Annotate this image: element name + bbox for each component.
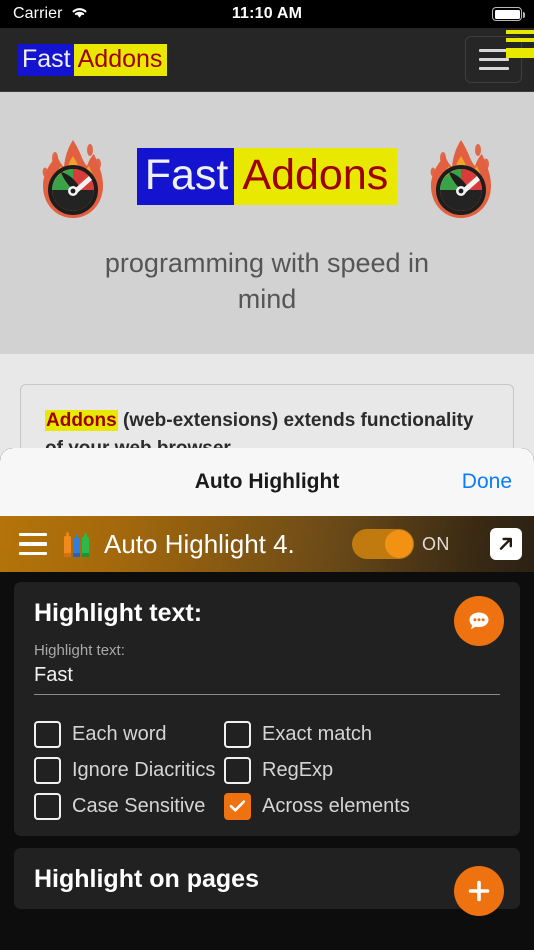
checkbox-regexp[interactable]: RegExp [224, 756, 334, 784]
checkbox-across-elements[interactable]: Across elements [224, 792, 410, 820]
done-button[interactable]: Done [462, 470, 512, 494]
highlight-text-field-label: Highlight text: [34, 641, 125, 659]
sheet-title: Auto Highlight [194, 470, 340, 493]
highlight-marker-strip [506, 38, 534, 42]
checkbox-box[interactable] [34, 792, 61, 820]
checkbox-row: Each word Exact match [34, 720, 500, 748]
flame-speedometer-logo-icon [37, 128, 109, 224]
checkbox-ignore-diacritics[interactable]: Ignore Diacritics [34, 756, 224, 784]
checkbox-label: Across elements [262, 794, 410, 817]
brand-text-addons: Addons [73, 43, 168, 76]
extension-hamburger-menu-icon[interactable] [14, 532, 52, 556]
extension-enable-toggle[interactable]: ON [352, 529, 450, 559]
status-bar-right [492, 7, 525, 21]
chat-bubble-icon[interactable] [454, 596, 504, 646]
highlight-on-pages-panel: Highlight on pages [14, 847, 520, 916]
highlight-text-panel: Highlight text: Highlight text: Fast Eac… [14, 582, 520, 836]
highlighter-markers-icon [62, 529, 92, 559]
hero-section: Fast Addons programming with speed in mi… [0, 92, 534, 354]
status-bar: Carrier 11:10 AM [0, 0, 534, 28]
checkbox-case-sensitive[interactable]: Case Sensitive [34, 792, 224, 820]
extension-title: Auto Highlight 4. [104, 528, 295, 559]
extension-body: Highlight text: Highlight text: Fast Eac… [0, 572, 534, 950]
highlight-text-input[interactable] [34, 661, 500, 695]
plus-icon[interactable] [454, 865, 504, 916]
checkbox-exact-match[interactable]: Exact match [224, 720, 373, 748]
flame-speedometer-logo-icon [425, 128, 497, 224]
checkbox-box[interactable] [34, 756, 61, 784]
checkbox-label: Case Sensitive [72, 794, 206, 817]
navbar-hamburger-menu-icon[interactable] [465, 36, 522, 83]
options-checkbox-group: Each word Exact match Ignore Diacritics [34, 720, 500, 820]
phone-screen: Carrier 11:10 AM Fast Addons Fast Addons… [0, 0, 534, 950]
checkbox-each-word[interactable]: Each word [34, 720, 224, 748]
highlight-marker-strip [506, 48, 534, 58]
clock-label: 11:10 AM [231, 5, 303, 22]
toggle-track[interactable] [352, 529, 414, 559]
hero-title-row: Fast Addons [0, 128, 534, 224]
checkbox-label: RegExp [262, 758, 334, 781]
hero-title-addons: Addons [234, 147, 398, 205]
modal-sheet: Auto Highlight Done Auto Highlight 4. ON… [0, 448, 534, 950]
toggle-state-label: ON [422, 533, 450, 554]
extension-toolbar: Auto Highlight 4. ON [0, 516, 534, 572]
checkbox-label: Exact match [262, 722, 373, 745]
site-navbar: Fast Addons [0, 28, 534, 92]
site-brand-logo[interactable]: Fast Addons [18, 43, 168, 76]
checkbox-row: Ignore Diacritics RegExp [34, 756, 500, 784]
panel-title: Highlight on pages [34, 864, 259, 893]
highlight-marker-strip [506, 30, 534, 34]
checkbox-box[interactable] [224, 756, 251, 784]
external-link-icon[interactable] [490, 528, 522, 560]
hero-title: Fast Addons [136, 147, 398, 205]
checkbox-label: Ignore Diacritics [72, 758, 216, 781]
panel-title: Highlight text: [34, 599, 203, 627]
battery-icon [492, 7, 525, 21]
checkbox-box[interactable] [224, 720, 251, 748]
checkbox-row: Case Sensitive Across elements [34, 792, 500, 820]
hero-title-fast: Fast [136, 147, 235, 205]
checkbox-box[interactable] [224, 792, 251, 820]
toggle-knob [385, 530, 413, 558]
brand-text-fast: Fast [18, 43, 74, 76]
highlighted-word: Addons [45, 410, 118, 431]
checkbox-label: Each word [72, 722, 167, 745]
hero-subtitle: programming with speed in mind [104, 248, 430, 314]
checkbox-box[interactable] [34, 720, 61, 748]
sheet-header: Auto Highlight Done [0, 448, 534, 516]
